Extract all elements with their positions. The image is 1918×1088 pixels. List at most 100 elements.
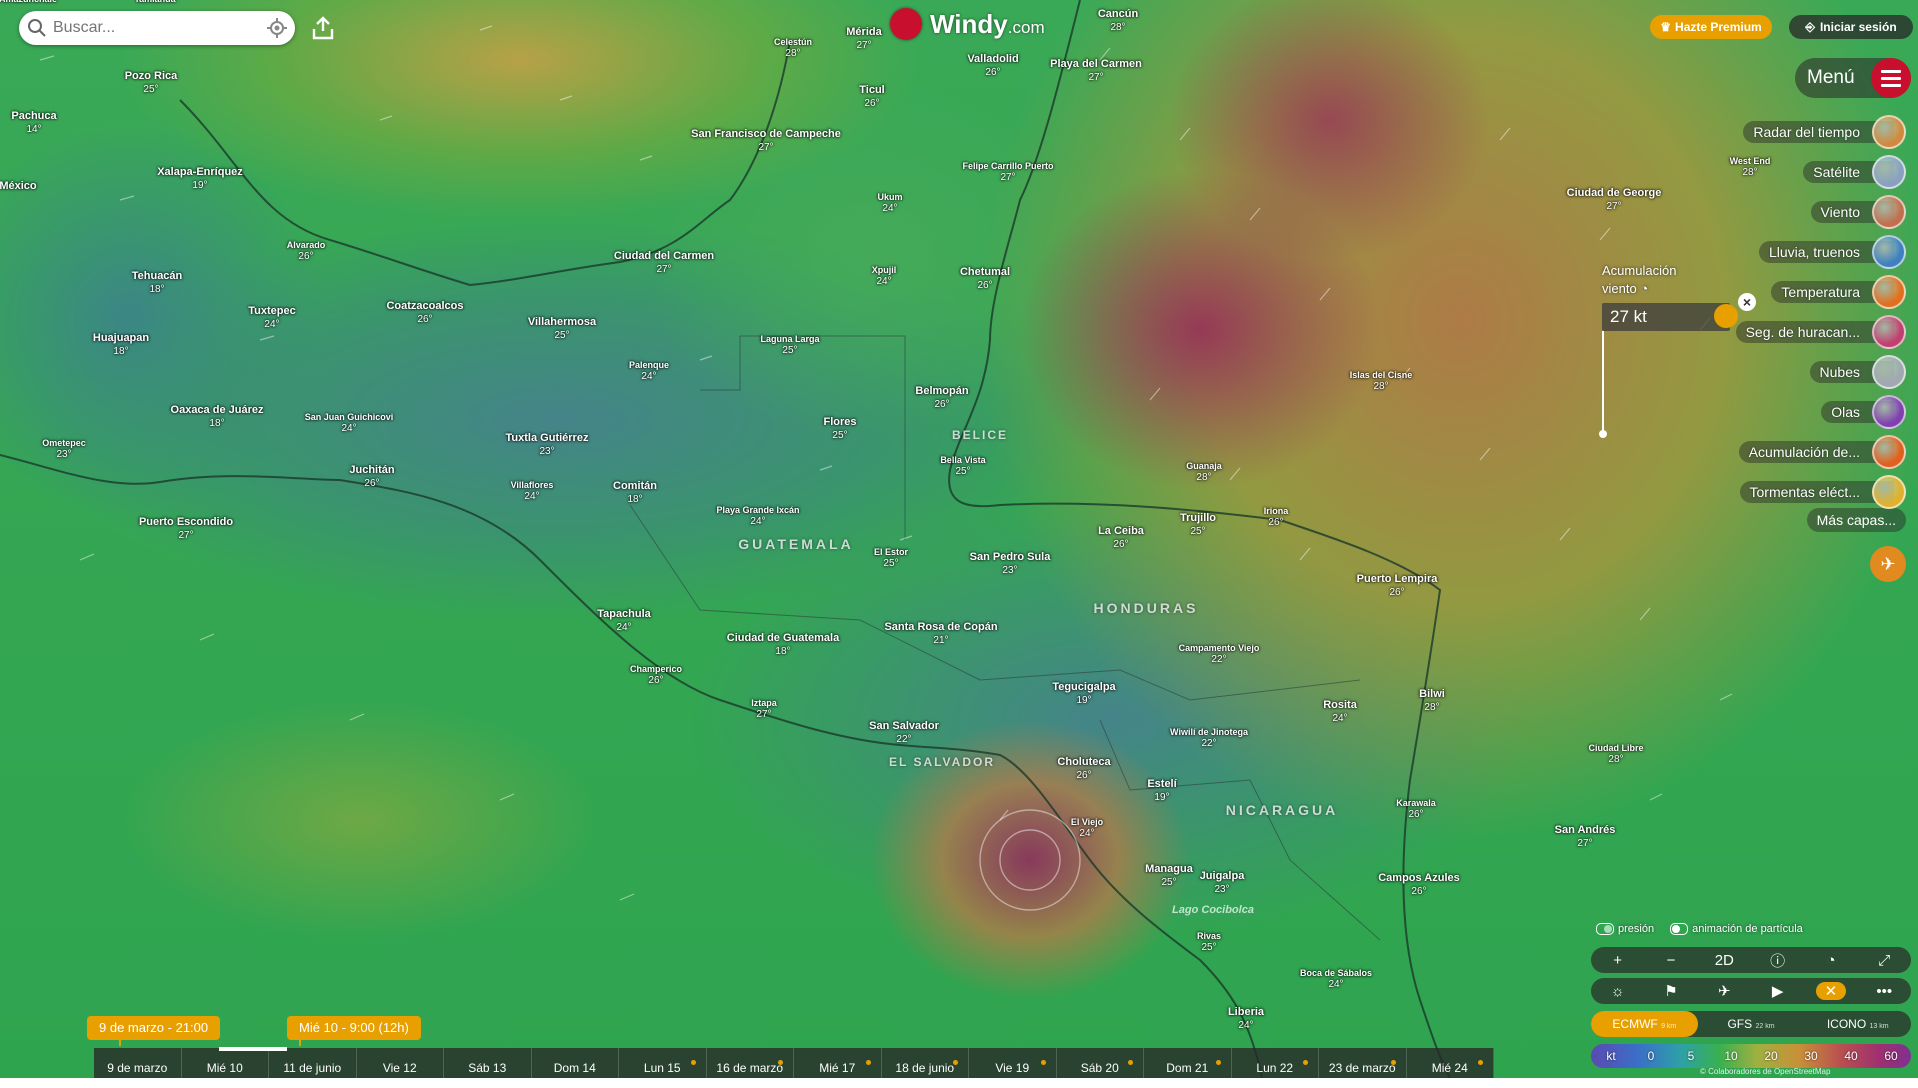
- timeline-day[interactable]: Lun 15: [619, 1048, 707, 1078]
- city-label[interactable]: Ukum 24°: [877, 192, 902, 214]
- city-label[interactable]: Iriona 26°: [1264, 506, 1289, 528]
- timeline-day[interactable]: Dom 21: [1144, 1048, 1232, 1078]
- city-label[interactable]: Tuxtepec 24°: [248, 305, 295, 331]
- timeline-day[interactable]: Mié 10: [182, 1048, 269, 1078]
- picker-drag-handle[interactable]: [1714, 304, 1738, 328]
- city-label[interactable]: Comitán 18°: [613, 480, 657, 506]
- locate-icon[interactable]: [267, 18, 287, 38]
- city-label[interactable]: Campamento Viejo 22°: [1179, 643, 1260, 665]
- layer-item[interactable]: Nubes: [1666, 352, 1906, 392]
- city-label[interactable]: Boca de Sábalos 24°: [1300, 968, 1372, 990]
- city-label[interactable]: Trujillo 25°: [1180, 512, 1216, 538]
- city-label[interactable]: Villahermosa 25°: [528, 316, 596, 342]
- close-overlay-icon[interactable]: ✕: [1815, 982, 1846, 1000]
- city-label[interactable]: San Francisco de Campeche 27°: [691, 128, 841, 154]
- city-label[interactable]: Ciudad de George 27°: [1567, 187, 1662, 213]
- city-label[interactable]: Karawala 26°: [1396, 798, 1436, 820]
- more-layers-button[interactable]: Más capas...: [1806, 508, 1906, 532]
- city-label[interactable]: Cancún 28°: [1098, 8, 1138, 34]
- city-label[interactable]: Puerto Lempira 26°: [1357, 573, 1438, 599]
- city-label[interactable]: El Viejo 24°: [1071, 817, 1103, 839]
- city-label[interactable]: Liberia 24°: [1228, 1006, 1264, 1032]
- flag-icon[interactable]: ⚑: [1656, 982, 1686, 1000]
- timeline-day[interactable]: Dom 14: [532, 1048, 619, 1078]
- model-option[interactable]: ICONO 13 km: [1804, 1017, 1911, 1031]
- layer-item[interactable]: Radar del tiempo: [1666, 112, 1906, 152]
- zoom-in-button[interactable]: +: [1603, 952, 1633, 969]
- more-icon[interactable]: •••: [1869, 983, 1899, 1000]
- city-label[interactable]: Wiwilí de Jinotega 22°: [1170, 727, 1248, 749]
- city-label[interactable]: Puerto Escondido 27°: [139, 516, 233, 542]
- city-label[interactable]: Managua 25°: [1145, 863, 1193, 889]
- layer-item[interactable]: Lluvia, truenos: [1666, 232, 1906, 272]
- timeline-bar[interactable]: 9 de marzo Mié 10 11 de junio Vie 12 Sáb 13 D…: [94, 1048, 1494, 1078]
- timeline-day[interactable]: Mié 24: [1407, 1048, 1494, 1078]
- city-label[interactable]: San Pedro Sula 23°: [970, 551, 1051, 577]
- info-icon[interactable]: ⓘ: [1763, 950, 1793, 971]
- city-label[interactable]: Tuxtla Gutiérrez 23°: [506, 432, 589, 458]
- city-label[interactable]: San Juan Guichicovi 24°: [305, 412, 394, 434]
- fullscreen-icon[interactable]: ⤢: [1869, 952, 1899, 969]
- timeline-day[interactable]: 23 de marzo: [1319, 1048, 1407, 1078]
- 2d-mode-button[interactable]: 2D: [1709, 952, 1739, 969]
- weather-icon[interactable]: ☼: [1603, 983, 1633, 1000]
- airport-icon[interactable]: ✈: [1709, 982, 1739, 1000]
- city-label[interactable]: Tegucigalpa 19°: [1052, 681, 1115, 707]
- city-label[interactable]: Juigalpa 23°: [1200, 870, 1245, 896]
- city-label[interactable]: Alvarado 26°: [287, 240, 326, 262]
- webcam-icon[interactable]: ▶: [1763, 982, 1793, 1000]
- city-label[interactable]: Villaflores 24°: [511, 480, 554, 502]
- windy-logo[interactable]: Windy.com: [890, 8, 1045, 40]
- city-label[interactable]: Juchitán 26°: [349, 464, 394, 490]
- timeline-day[interactable]: Lun 22: [1232, 1048, 1319, 1078]
- city-label[interactable]: Bilwi 28°: [1419, 688, 1445, 714]
- city-label[interactable]: Champerico 26°: [630, 664, 682, 686]
- model-option[interactable]: GFS 22 km: [1698, 1017, 1805, 1031]
- layer-item[interactable]: Tormentas eléct...: [1666, 472, 1906, 512]
- city-label[interactable]: Estelí 19°: [1147, 778, 1176, 804]
- timeline-day[interactable]: 16 de marzo: [707, 1048, 794, 1078]
- city-label[interactable]: Guanaja 28°: [1186, 461, 1222, 483]
- hurricane-icon[interactable]: ◔: [1816, 952, 1846, 969]
- timeline-day[interactable]: Vie 12: [357, 1048, 444, 1078]
- login-button[interactable]: ⎆ Iniciar sesión: [1789, 15, 1913, 39]
- city-label[interactable]: Playa del Carmen 27°: [1050, 58, 1142, 84]
- search-input[interactable]: [51, 18, 265, 38]
- city-label[interactable]: San Salvador 22°: [869, 720, 939, 746]
- city-label[interactable]: El Estor 25°: [874, 547, 908, 569]
- timeline-day[interactable]: Sáb 13: [444, 1048, 532, 1078]
- city-label[interactable]: Choluteca 26°: [1057, 756, 1110, 782]
- layer-item[interactable]: Olas: [1666, 392, 1906, 432]
- city-label[interactable]: Iztapa 27°: [751, 698, 777, 720]
- airplane-icon[interactable]: ✈: [1870, 546, 1906, 582]
- pressure-toggle[interactable]: presión: [1596, 923, 1654, 936]
- layer-item[interactable]: Satélite: [1666, 152, 1906, 192]
- picker-anchor[interactable]: [1599, 430, 1607, 438]
- city-label[interactable]: Valladolid 26°: [967, 53, 1018, 79]
- city-label[interactable]: Huajuapan 18°: [93, 332, 149, 358]
- city-label[interactable]: Ciudad Libre 28°: [1588, 743, 1643, 765]
- city-label[interactable]: Oaxaca de Juárez 18°: [171, 404, 264, 430]
- city-label[interactable]: Santa Rosa de Copán 21°: [884, 621, 997, 647]
- city-label[interactable]: Tapachula 24°: [597, 608, 651, 634]
- city-label[interactable]: Mérida 27°: [846, 26, 881, 52]
- city-label[interactable]: Islas del Cisne 28°: [1350, 370, 1413, 392]
- timeline-day[interactable]: 11 de junio: [269, 1048, 357, 1078]
- timeline-day[interactable]: 9 de marzo: [94, 1048, 182, 1078]
- search-bar[interactable]: [19, 11, 295, 45]
- city-label[interactable]: Xalapa-Enríquez 19°: [157, 166, 243, 192]
- city-label[interactable]: Laguna Larga 25°: [760, 334, 819, 356]
- zoom-out-button[interactable]: −: [1656, 952, 1686, 969]
- particles-toggle[interactable]: animación de partícula: [1670, 923, 1803, 936]
- premium-button[interactable]: ♛ Hazte Premium: [1650, 15, 1772, 39]
- city-label[interactable]: Chetumal 26°: [960, 266, 1010, 292]
- info-icon[interactable]: ◔: [1640, 281, 1648, 296]
- model-option[interactable]: ECMWF 9 km: [1591, 1011, 1698, 1037]
- city-label[interactable]: Palenque 24°: [629, 360, 669, 382]
- city-label[interactable]: Celestún 28°: [774, 37, 812, 59]
- city-label[interactable]: Xpujil 24°: [872, 265, 897, 287]
- weather-map[interactable]: GUATEMALA HONDURAS NICARAGUA EL SALVADOR…: [0, 0, 1918, 1078]
- city-label[interactable]: Playa Grande Ixcán 24°: [716, 505, 799, 527]
- city-label[interactable]: México: [0, 180, 37, 193]
- city-label[interactable]: Rivas 25°: [1197, 931, 1221, 953]
